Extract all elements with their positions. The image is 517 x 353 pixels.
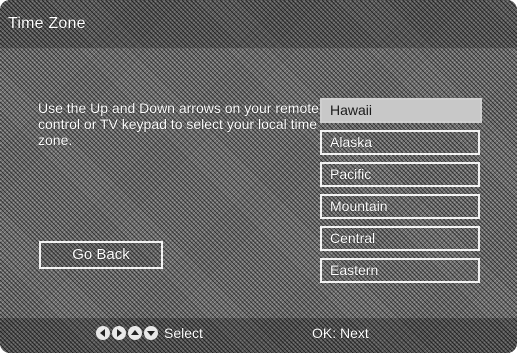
time-zone-option-alaska[interactable]: Alaska <box>320 130 480 155</box>
arrow-left-icon <box>96 326 110 340</box>
navigation-keys-hint <box>96 326 158 340</box>
time-zone-list: Hawaii Alaska Pacific Mountain Central E… <box>320 98 482 290</box>
arrow-down-icon <box>144 326 158 340</box>
instructions-text: Use the Up and Down arrows on your remot… <box>38 100 319 148</box>
time-zone-option-mountain[interactable]: Mountain <box>320 194 480 219</box>
page-title: Time Zone <box>8 15 86 32</box>
arrow-up-icon <box>128 326 142 340</box>
select-hint: Select <box>164 325 203 341</box>
ok-next-hint: OK: Next <box>312 325 369 341</box>
time-zone-option-pacific[interactable]: Pacific <box>320 162 480 187</box>
time-zone-option-eastern[interactable]: Eastern <box>320 258 480 283</box>
title-bar: Time Zone <box>0 0 517 48</box>
tv-menu-screen: Time Zone Use the Up and Down arrows on … <box>0 0 517 353</box>
time-zone-option-hawaii[interactable]: Hawaii <box>320 98 482 123</box>
arrow-right-icon <box>112 326 126 340</box>
footer-bar <box>0 318 517 353</box>
go-back-button[interactable]: Go Back <box>39 241 163 269</box>
time-zone-option-central[interactable]: Central <box>320 226 480 251</box>
